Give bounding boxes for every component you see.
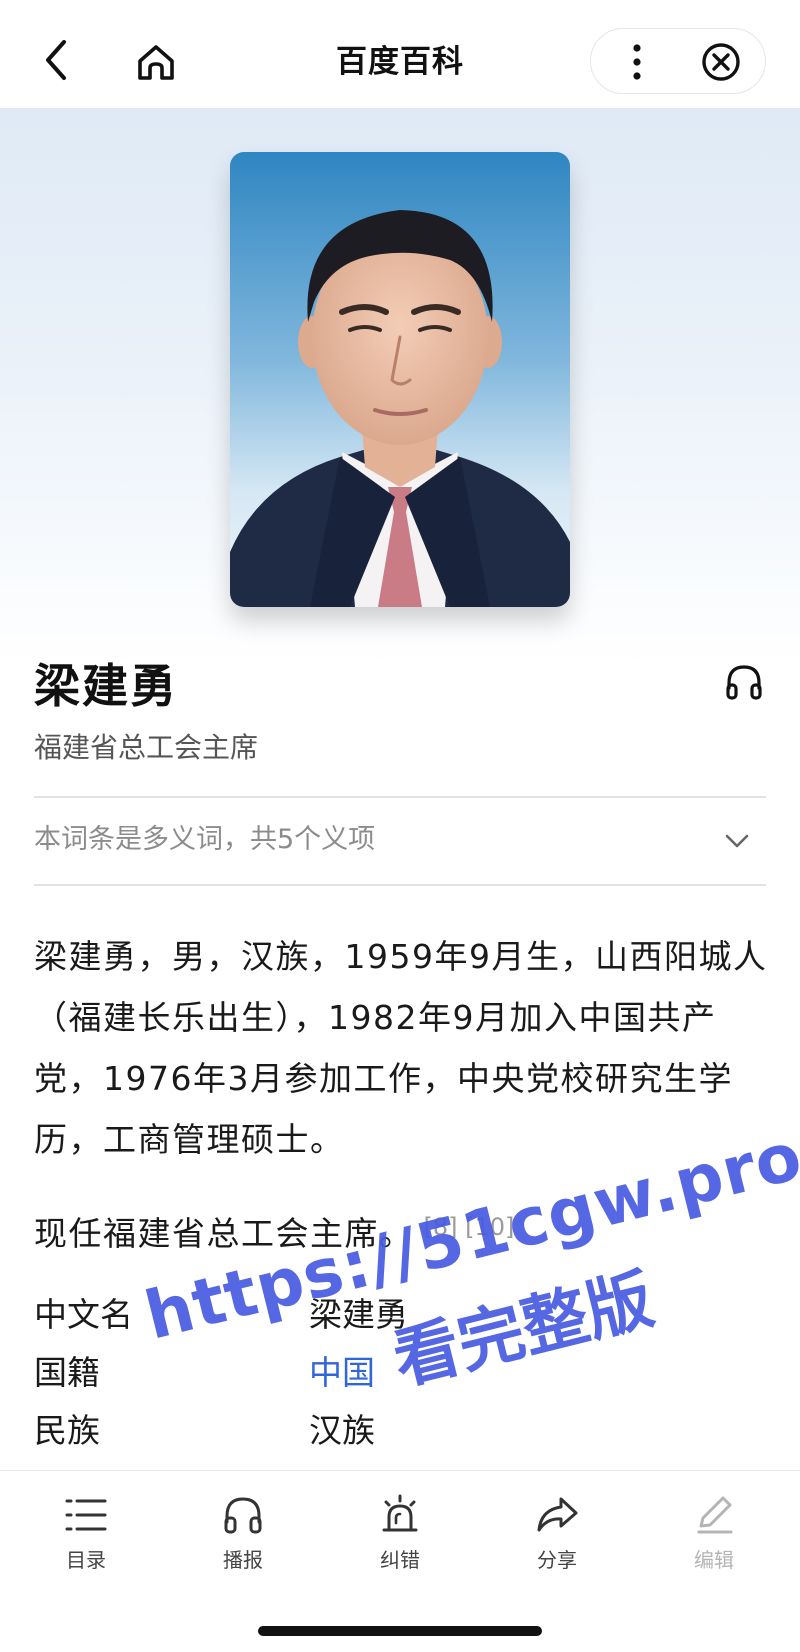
toolbar-report-error-button[interactable]: 纠错 xyxy=(345,1491,455,1587)
info-value: 汉族 xyxy=(309,1411,375,1450)
toolbar-label: 分享 xyxy=(537,1548,577,1572)
entry-subtitle: 福建省总工会主席 xyxy=(34,731,259,764)
headphones-icon xyxy=(726,665,762,700)
bottom-toolbar: 目录 播报 纠错 分享 编辑 xyxy=(0,1470,800,1652)
chevron-down-icon xyxy=(720,824,754,858)
info-label: 中文名 xyxy=(34,1295,133,1334)
info-label: 民族 xyxy=(34,1411,100,1450)
pencil-icon xyxy=(690,1491,738,1539)
toolbar-edit-button[interactable]: 编辑 xyxy=(659,1491,769,1587)
toolbar-catalog-button[interactable]: 目录 xyxy=(31,1491,141,1587)
alarm-siren-icon xyxy=(376,1491,424,1539)
page-title: 百度百科 xyxy=(336,44,464,80)
polysemy-text: 本词条是多义词，共5个义项 xyxy=(34,824,376,855)
info-label: 国籍 xyxy=(34,1353,100,1392)
mini-program-capsule xyxy=(590,28,766,94)
home-icon xyxy=(138,45,174,80)
toolbar-label: 纠错 xyxy=(380,1548,420,1572)
more-button[interactable] xyxy=(613,39,661,85)
reference-links[interactable]: [8] [10] xyxy=(424,1213,515,1241)
more-vertical-icon xyxy=(633,44,641,80)
info-value: 梁建勇 xyxy=(309,1295,408,1334)
toolbar-label: 目录 xyxy=(66,1548,106,1572)
current-position-paragraph: 现任福建省总工会主席。 [8] [10] xyxy=(34,1202,770,1259)
portrait-photo[interactable] xyxy=(230,152,570,607)
close-button[interactable] xyxy=(697,39,745,85)
info-row: 中文名 梁建勇 xyxy=(34,1290,770,1348)
listen-button[interactable] xyxy=(722,660,766,704)
back-button[interactable] xyxy=(36,36,76,84)
share-arrow-icon xyxy=(533,1491,581,1539)
home-button[interactable] xyxy=(132,38,180,86)
top-navigation-bar: 百度百科 xyxy=(0,0,800,108)
current-position-text: 现任福建省总工会主席。 xyxy=(34,1214,414,1253)
back-arrow-icon xyxy=(46,40,66,80)
info-value-link[interactable]: 中国 xyxy=(309,1348,375,1398)
list-icon xyxy=(62,1491,110,1539)
info-row: 国籍 中国 xyxy=(34,1348,770,1406)
toolbar-broadcast-button[interactable]: 播报 xyxy=(188,1491,298,1587)
close-circle-icon xyxy=(702,43,740,81)
divider xyxy=(34,884,766,886)
summary-paragraph: 梁建勇，男，汉族，1959年9月生，山西阳城人（福建长乐出生），1982年9月加… xyxy=(34,937,768,1159)
toolbar-share-button[interactable]: 分享 xyxy=(502,1491,612,1587)
info-row: 民族 汉族 xyxy=(34,1406,770,1464)
toolbar-label: 编辑 xyxy=(694,1548,734,1572)
toolbar-label: 播报 xyxy=(223,1548,263,1572)
basic-info-table: 中文名 梁建勇 国籍 中国 民族 汉族 xyxy=(34,1290,770,1464)
entry-title: 梁建勇 xyxy=(34,659,178,713)
polysemy-selector[interactable]: 本词条是多义词，共5个义项 xyxy=(34,798,766,884)
headphones-icon xyxy=(219,1491,267,1539)
hero-banner xyxy=(0,108,800,668)
home-indicator[interactable] xyxy=(258,1626,542,1636)
